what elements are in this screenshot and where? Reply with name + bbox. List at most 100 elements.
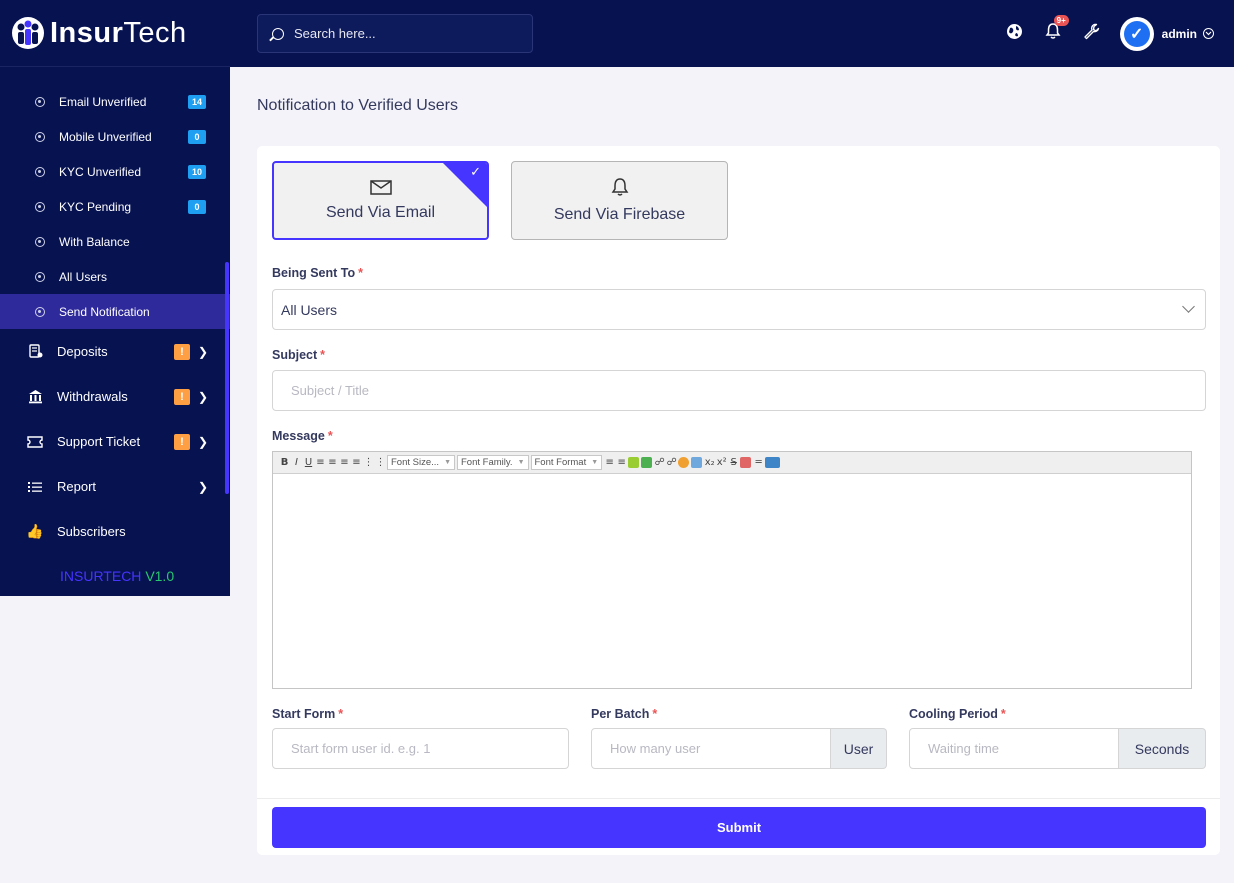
search-input[interactable] bbox=[294, 26, 514, 41]
outdent-icon[interactable]: ≡ bbox=[616, 457, 627, 468]
sidebar-item-report[interactable]: Report ❯ bbox=[0, 464, 230, 509]
underline-icon[interactable]: U bbox=[303, 457, 314, 468]
required-mark: * bbox=[327, 429, 333, 443]
sidebar: InsurTech Email Unverified 14 Mobile Unv… bbox=[0, 0, 230, 596]
being-sent-to-select[interactable]: All Users bbox=[272, 289, 1206, 330]
color-icon[interactable] bbox=[678, 457, 690, 468]
sidebar-item-label: Deposits bbox=[57, 344, 108, 359]
submit-button[interactable]: Submit bbox=[272, 807, 1206, 848]
label-text: Cooling Period bbox=[909, 707, 998, 721]
per-batch-input[interactable]: How many user bbox=[591, 728, 831, 769]
count-badge: 10 bbox=[187, 164, 206, 179]
select-value: All Users bbox=[281, 301, 338, 318]
sidebar-item-all-users[interactable]: All Users bbox=[0, 259, 230, 294]
font-format-select[interactable]: Font Format ▼ bbox=[530, 455, 603, 470]
ordered-list-icon[interactable]: ⋮ bbox=[363, 457, 374, 468]
count-badge: 0 bbox=[188, 129, 206, 144]
italic-icon[interactable]: I bbox=[291, 457, 302, 468]
required-mark: * bbox=[358, 266, 363, 280]
sidebar-item-kyc-unverified[interactable]: KYC Unverified 10 bbox=[0, 154, 230, 189]
sidebar-item-label: KYC Unverified bbox=[59, 164, 142, 179]
label-text: Start Form bbox=[272, 707, 336, 721]
logo[interactable]: InsurTech bbox=[0, 0, 230, 67]
send-via-firebase-option[interactable]: Send Via Firebase bbox=[511, 161, 728, 240]
topbar-actions: 9+ ✓ admin bbox=[984, 0, 1214, 67]
link-icon[interactable]: ☍ bbox=[654, 457, 665, 468]
username[interactable]: admin bbox=[1162, 27, 1197, 41]
sidebar-item-label: Support Ticket bbox=[57, 434, 141, 449]
circle-icon bbox=[35, 201, 45, 212]
being-sent-to-label: Being Sent To * bbox=[272, 266, 363, 280]
sidebar-item-email-unverified[interactable]: Email Unverified 14 bbox=[0, 84, 230, 119]
cooling-period-input[interactable]: Waiting time bbox=[909, 728, 1119, 769]
horizontal-rule-icon[interactable]: ═ bbox=[753, 457, 764, 468]
font-format-text: Font Format bbox=[534, 457, 587, 468]
required-mark: * bbox=[338, 707, 344, 721]
image-icon[interactable] bbox=[628, 457, 640, 468]
unordered-list-icon[interactable]: ⋮ bbox=[375, 457, 386, 468]
sidebar-item-send-notification[interactable]: Send Notification bbox=[0, 294, 230, 329]
sidebar-item-label: All Users bbox=[59, 269, 108, 284]
sidebar-item-support-ticket[interactable]: Support Ticket ! ❯ bbox=[0, 419, 230, 464]
font-family-select[interactable]: Font Family. ▼ bbox=[457, 455, 529, 470]
align-justify-icon[interactable]: ≡ bbox=[351, 457, 362, 468]
subject-input[interactable]: Subject / Title bbox=[272, 370, 1206, 411]
search-box[interactable] bbox=[257, 14, 533, 53]
sidebar-item-subscribers[interactable]: 👍 Subscribers bbox=[0, 509, 230, 554]
count-badge: 14 bbox=[187, 94, 206, 109]
sidebar-item-label: With Balance bbox=[59, 234, 130, 249]
page-title: Notification to Verified Users bbox=[257, 97, 458, 114]
indent-icon[interactable]: ≡ bbox=[604, 457, 615, 468]
sidebar-item-label: Subscribers bbox=[57, 524, 126, 539]
send-via-email-option[interactable]: ✓ Send Via Email bbox=[272, 161, 489, 240]
sidebar-item-withdrawals[interactable]: Withdrawals ! ❯ bbox=[0, 374, 230, 419]
send-via-firebase-label: Send Via Firebase bbox=[553, 206, 686, 223]
chevron-down-icon[interactable] bbox=[1203, 28, 1214, 39]
dropdown-arrow-icon: ▼ bbox=[444, 459, 451, 466]
html-source-icon[interactable] bbox=[765, 457, 781, 468]
table-icon[interactable] bbox=[691, 457, 703, 468]
align-left-icon[interactable]: ≡ bbox=[315, 457, 326, 468]
avatar[interactable]: ✓ bbox=[1119, 16, 1154, 51]
globe-icon[interactable] bbox=[1006, 23, 1023, 45]
required-mark: * bbox=[652, 707, 658, 721]
warning-badge: ! bbox=[173, 433, 190, 450]
remove-format-icon[interactable] bbox=[740, 457, 752, 468]
logo-icon bbox=[10, 15, 46, 51]
chevron-down-icon bbox=[1182, 300, 1195, 313]
chevron-down-icon: ❯ bbox=[197, 434, 208, 449]
sidebar-item-deposits[interactable]: Deposits ! ❯ bbox=[0, 329, 230, 374]
start-form-input[interactable]: Start form user id. e.g. 1 bbox=[272, 728, 569, 769]
start-form-label: Start Form * bbox=[272, 707, 343, 721]
font-size-select[interactable]: Font Size... ▼ bbox=[387, 455, 455, 470]
message-editor[interactable]: B I U ≡ ≡ ≡ ≡ ⋮ ⋮ Font Size... ▼ Font Fam… bbox=[272, 451, 1192, 689]
align-right-icon[interactable]: ≡ bbox=[339, 457, 350, 468]
wrench-icon[interactable] bbox=[1083, 23, 1100, 45]
subscript-icon[interactable]: x₂ bbox=[704, 457, 715, 468]
bell-icon[interactable]: 9+ bbox=[1045, 15, 1069, 45]
sidebar-item-mobile-unverified[interactable]: Mobile Unverified 0 bbox=[0, 119, 230, 154]
bold-icon[interactable]: B bbox=[279, 457, 290, 468]
sidebar-item-kyc-pending[interactable]: KYC Pending 0 bbox=[0, 189, 230, 224]
superscript-icon[interactable]: x² bbox=[716, 457, 727, 468]
unlink-icon[interactable]: ☍ bbox=[666, 457, 677, 468]
strikethrough-icon[interactable]: S bbox=[728, 457, 739, 468]
notification-form-card: ✓ Send Via Email Send Via Firebase Being… bbox=[257, 146, 1220, 855]
logo-text-main: Insur bbox=[50, 16, 124, 49]
sidebar-item-with-balance[interactable]: With Balance bbox=[0, 224, 230, 259]
per-batch-unit: User bbox=[831, 728, 887, 769]
sidebar-scrollbar[interactable] bbox=[225, 262, 229, 494]
version-name: INSURTECH bbox=[60, 568, 142, 584]
per-batch-label: Per Batch * bbox=[591, 707, 657, 721]
insert-icon[interactable] bbox=[641, 457, 653, 468]
notification-count-badge: 9+ bbox=[1053, 15, 1069, 26]
sidebar-item-label: Send Notification bbox=[59, 304, 150, 319]
align-center-icon[interactable]: ≡ bbox=[327, 457, 338, 468]
bell-icon bbox=[611, 177, 629, 202]
required-mark: * bbox=[320, 348, 326, 362]
thumbs-up-icon: 👍 bbox=[26, 523, 44, 539]
sidebar-item-label: Withdrawals bbox=[57, 389, 128, 404]
topbar: 9+ ✓ admin bbox=[230, 0, 1234, 67]
search-icon bbox=[272, 27, 284, 40]
sidebar-item-label: Report bbox=[57, 479, 97, 494]
